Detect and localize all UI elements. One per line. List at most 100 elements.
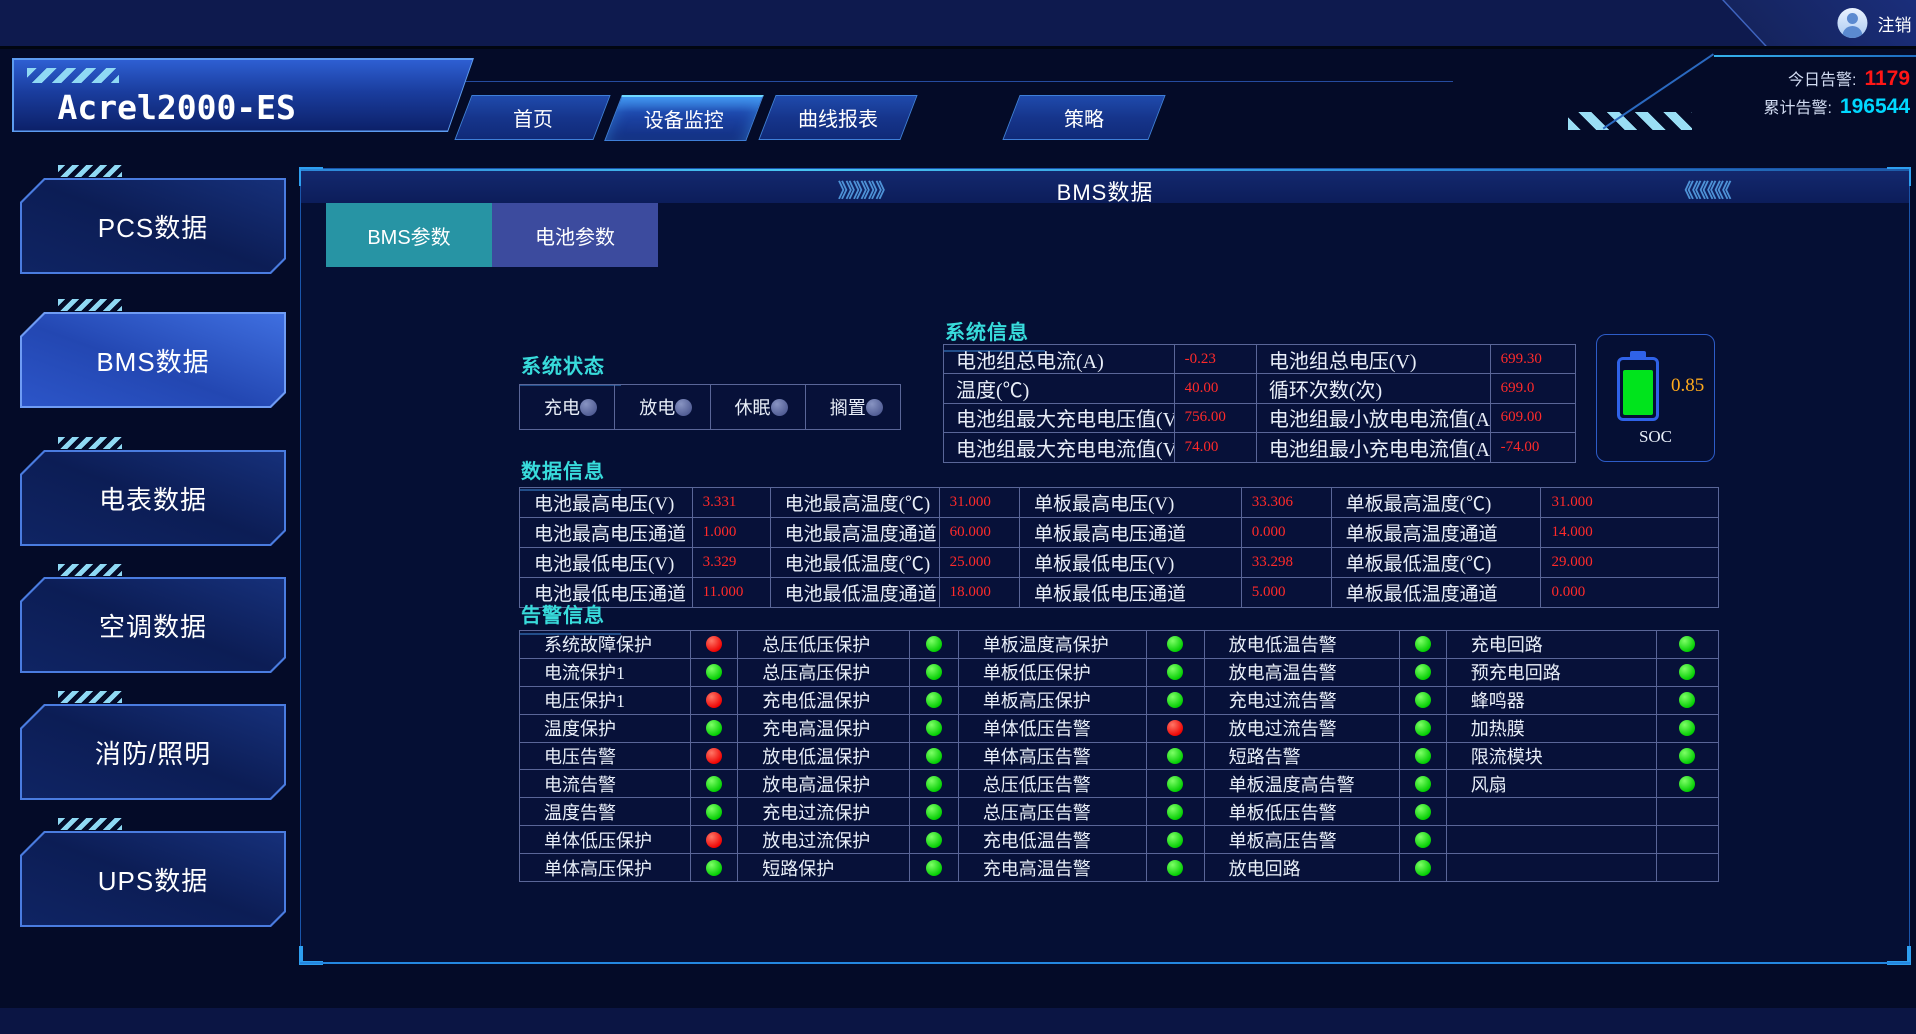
alarm-label: 充电高温保护	[738, 715, 909, 743]
hazard-stripes-icon	[1568, 112, 1692, 130]
info-value: 40.00	[1175, 374, 1257, 403]
data-info-table: 电池最高电压(V)3.331电池最高温度(℃)31.000单板最高电压(V)33…	[519, 487, 1719, 608]
tab-label: BMS参数	[367, 221, 450, 250]
alarm-counters: 今日告警: 1179 累计告警: 196544	[1763, 66, 1910, 122]
alarm-indicator-red	[1167, 720, 1183, 736]
info-value: 14.000	[1541, 518, 1718, 548]
info-label: 电池最低电压(V)	[520, 548, 693, 578]
info-label: 单板最低温度(℃)	[1332, 548, 1542, 578]
alarm-indicator-green	[706, 804, 722, 820]
alarm-label: 放电回路	[1205, 854, 1400, 882]
alarm-indicator-green	[926, 748, 942, 764]
tab-电池参数[interactable]: 电池参数	[492, 203, 658, 267]
hazard-stripes-icon	[58, 818, 122, 830]
sidebar-item-空调数据[interactable]: 空调数据	[20, 577, 286, 673]
alarm-dot-cell	[1147, 715, 1205, 743]
sidebar-item-BMS数据[interactable]: BMS数据	[20, 312, 286, 408]
alarm-dot-cell	[1147, 659, 1205, 687]
alarm-indicator-green	[926, 860, 942, 876]
alarm-label: 系统故障保护	[520, 631, 691, 659]
alarm-label: 单板低压保护	[959, 659, 1147, 687]
tab-BMS参数[interactable]: BMS参数	[326, 203, 492, 267]
alarm-indicator-green	[1167, 860, 1183, 876]
alarm-label: 短路保护	[738, 854, 909, 882]
alarm-dot-cell	[1147, 798, 1205, 826]
alarm-indicator-green	[1415, 860, 1431, 876]
alarm-indicator-green	[1167, 664, 1183, 680]
alarm-indicator-green	[1415, 776, 1431, 792]
info-value: 25.000	[940, 548, 1020, 578]
sidebar-item-电表数据[interactable]: 电表数据	[20, 450, 286, 546]
alarm-label: 总压高压告警	[959, 798, 1147, 826]
info-value: 5.000	[1242, 578, 1332, 608]
alarm-dot-cell	[691, 826, 738, 854]
alarm-indicator-green	[1415, 664, 1431, 680]
alarm-label: 电压告警	[520, 743, 691, 771]
alarm-dot-cell	[1657, 631, 1719, 659]
alarm-indicator-green	[1679, 692, 1695, 708]
alarm-dot-cell	[910, 659, 959, 687]
alarm-label: 充电回路	[1447, 631, 1657, 659]
alarm-label: 蜂鸣器	[1447, 687, 1657, 715]
alarm-label	[1447, 854, 1657, 882]
alarm-dot-cell	[1657, 743, 1719, 771]
alarm-label: 单体高压保护	[520, 854, 691, 882]
info-value: 0.000	[1242, 518, 1332, 548]
alarm-indicator-green	[1679, 776, 1695, 792]
nav-tab-策略[interactable]: 策略	[1002, 95, 1165, 140]
alarm-dot-cell	[691, 631, 738, 659]
alarm-dot-cell	[910, 631, 959, 659]
alarm-label: 放电高温保护	[738, 770, 909, 798]
sidebar-item-消防/照明[interactable]: 消防/照明	[20, 704, 286, 800]
alarm-dot-cell	[1657, 798, 1719, 826]
status-label: 休眠	[735, 394, 771, 420]
logout-button[interactable]: 注销	[1722, 0, 1916, 46]
alarm-indicator-green	[1167, 804, 1183, 820]
info-label: 单板最低电压(V)	[1020, 548, 1242, 578]
header-divider-line	[378, 81, 1453, 82]
alarm-total-row: 累计告警: 196544	[1763, 94, 1910, 122]
alarm-dot-cell	[1400, 743, 1447, 771]
status-dot	[580, 399, 597, 416]
hazard-stripes-icon	[58, 691, 122, 703]
alarm-indicator-green	[1679, 664, 1695, 680]
alarm-indicator-green	[926, 692, 942, 708]
info-label: 电池组最大充电电压值(V)	[944, 404, 1175, 433]
alarm-indicator-green	[706, 860, 722, 876]
nav-tab-首页[interactable]: 首页	[454, 95, 610, 140]
alarm-label: 单体低压告警	[959, 715, 1147, 743]
soc-label: SOC	[1597, 427, 1714, 447]
hazard-stripes-icon	[58, 299, 122, 311]
alarm-today-label: 今日告警:	[1788, 66, 1856, 90]
alarm-label: 单板高压告警	[1205, 826, 1400, 854]
sidebar-item-PCS数据[interactable]: PCS数据	[20, 178, 286, 274]
status-dot	[675, 399, 692, 416]
nav-tab-label: 策略	[1064, 103, 1104, 132]
nav-tab-设备监控[interactable]: 设备监控	[604, 95, 764, 141]
alarm-label: 单板温度高告警	[1205, 770, 1400, 798]
alarm-total-label: 累计告警:	[1763, 94, 1831, 118]
info-label: 电池最低温度通道	[771, 578, 940, 608]
info-value: 33.306	[1242, 488, 1332, 518]
alarm-label	[1447, 798, 1657, 826]
alarm-total-value: 196544	[1840, 95, 1910, 119]
info-value: 74.00	[1175, 433, 1257, 462]
alarm-dot-cell	[910, 715, 959, 743]
status-cell-充电: 充电	[520, 385, 615, 430]
topbar: 注销	[0, 0, 1916, 49]
panel-bottom-accent	[300, 962, 1910, 964]
info-label: 单板最高温度(℃)	[1332, 488, 1542, 518]
status-label: 放电	[639, 394, 675, 420]
alarm-indicator-green	[706, 664, 722, 680]
info-value: 33.298	[1242, 548, 1332, 578]
info-label: 温度(℃)	[944, 374, 1175, 403]
alarm-label: 放电高温告警	[1205, 659, 1400, 687]
alarm-indicator-green	[926, 636, 942, 652]
info-label: 循环次数(次)	[1257, 374, 1491, 403]
alarm-indicator-red	[706, 748, 722, 764]
alarm-indicator-red	[706, 832, 722, 848]
sidebar-item-UPS数据[interactable]: UPS数据	[20, 831, 286, 927]
info-value: 1.000	[693, 518, 771, 548]
status-label: 充电	[544, 394, 580, 420]
nav-tab-曲线报表[interactable]: 曲线报表	[758, 95, 917, 140]
